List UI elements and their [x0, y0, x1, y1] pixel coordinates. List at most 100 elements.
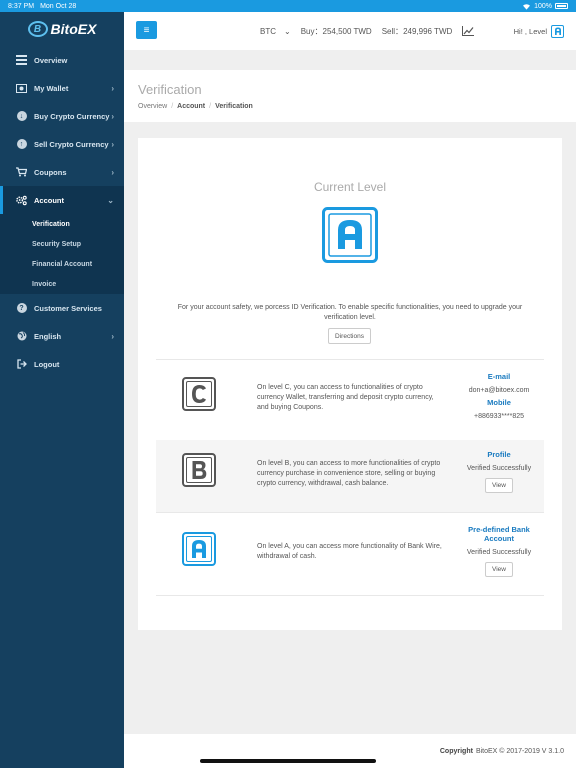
sidebar-item-label: Customer Services [34, 303, 102, 313]
globe-icon [16, 331, 27, 342]
sidebar-item-buy-crypto[interactable]: ↓ Buy Crypto Currency › [0, 102, 124, 130]
submenu-item-verification[interactable]: Verification [0, 214, 124, 234]
level-b-row: On level B, you can access to more funct… [156, 440, 544, 512]
sidebar-item-sell-crypto[interactable]: ↑ Sell Crypto Currency › [0, 130, 124, 158]
sidebar-item-label: Overview [34, 55, 68, 65]
chevron-right-icon: › [111, 167, 114, 177]
sidebar-item-customer-services[interactable]: ? Customer Services [0, 294, 124, 322]
level-b-icon [182, 453, 216, 492]
buy-label: Buy： [300, 26, 323, 36]
brand-logo[interactable]: B BitoEX [0, 12, 124, 46]
sell-label: Sell： [381, 26, 404, 36]
sidebar-item-label: Sell Crypto Currency [34, 139, 109, 149]
copyright-text: BitoEX © 2017-2019 V 3.1.0 [475, 747, 564, 755]
sidebar-item-label: Buy Crypto Currency [34, 111, 110, 121]
overview-icon [16, 55, 27, 66]
status-bar: 8:37 PM Mon Oct 28 100% [0, 0, 576, 12]
sidebar-item-overview[interactable]: Overview [0, 46, 124, 74]
level-b-requirements: Profile Verified Successfully View [454, 450, 544, 493]
buy-price: Buy：254,500 TWD [301, 26, 372, 37]
current-level-a-icon [322, 207, 378, 268]
sidebar-item-label: English [34, 331, 62, 341]
price-ticker: BTC ⌄ Buy：254,500 TWD Sell：249,996 TWD [260, 12, 475, 50]
chevron-down-icon: ⌄ [107, 195, 114, 205]
sell-value: 249,996 TWD [403, 26, 453, 36]
brand-name: BitoEX [50, 21, 97, 37]
breadcrumb: Overview / Account / Verification [138, 103, 562, 110]
sidebar: B BitoEX Overview My Wallet › ↓ Buy Cryp… [0, 12, 124, 768]
sidebar-item-label: Coupons [34, 167, 67, 177]
level-c-description: On level C, you can access to functional… [257, 384, 434, 411]
submenu-item-security-setup[interactable]: Security Setup [0, 234, 124, 254]
sidebar-item-label: Account [34, 195, 64, 205]
breadcrumb-account[interactable]: Account [177, 103, 205, 110]
chevron-right-icon: › [111, 139, 114, 149]
hamburger-icon: ≡ [143, 24, 150, 36]
top-bar: ≡ BTC ⌄ Buy：254,500 TWD Sell：249,996 TWD… [124, 12, 576, 50]
divider [156, 595, 544, 596]
directions-button[interactable]: Directions [328, 328, 371, 344]
status-date: Mon Oct 28 [40, 2, 77, 10]
copyright-label: Copyright [439, 747, 473, 755]
email-heading: E-mail [487, 372, 511, 381]
verification-card: Current Level For your account safety, w… [138, 138, 562, 630]
bank-account-heading: Pre-defined Bank Account [468, 525, 530, 543]
level-a-requirements: Pre-defined Bank Account Verified Succes… [454, 525, 544, 577]
breadcrumb-overview[interactable]: Overview [138, 103, 167, 110]
email-value: don+a@bitoex.com [468, 387, 530, 394]
sidebar-item-my-wallet[interactable]: My Wallet › [0, 74, 124, 102]
view-bank-account-button[interactable]: View [485, 562, 513, 577]
chevron-down-icon: ⌄ [284, 26, 291, 36]
profile-status: Verified Successfully [466, 465, 532, 472]
help-icon: ? [16, 303, 27, 314]
sidebar-item-account[interactable]: Account ⌄ [0, 186, 124, 214]
chevron-right-icon: › [111, 83, 114, 93]
home-indicator[interactable] [200, 759, 376, 763]
chevron-right-icon: › [111, 331, 114, 341]
sell-price: Sell：249,996 TWD [382, 26, 453, 37]
level-c-row: On level C, you can access to functional… [156, 360, 544, 440]
buy-icon: ↓ [16, 111, 27, 122]
price-chart-icon[interactable] [462, 26, 475, 36]
page-title: Verification [138, 82, 202, 97]
submenu-item-invoice[interactable]: Invoice [0, 274, 124, 294]
mobile-heading: Mobile [487, 398, 511, 407]
battery-icon [555, 3, 568, 9]
level-a-row: On level A, you can access more function… [156, 513, 544, 595]
sell-icon: ↑ [16, 139, 27, 150]
cart-icon [16, 167, 27, 178]
breadcrumb-separator: / [209, 103, 212, 110]
level-a-icon [182, 532, 216, 571]
coin-label: BTC [260, 26, 276, 36]
sidebar-item-logout[interactable]: Logout [0, 350, 124, 378]
buy-value: 254,500 TWD [322, 26, 372, 36]
hamburger-menu-button[interactable]: ≡ [136, 21, 157, 39]
sidebar-item-english[interactable]: English › [0, 322, 124, 350]
sidebar-item-coupons[interactable]: Coupons › [0, 158, 124, 186]
status-time: 8:37 PM [8, 2, 35, 10]
wallet-icon [16, 83, 27, 94]
greeting-text: Hi! , Level [513, 26, 547, 36]
level-b-description: On level B, you can access to more funct… [257, 460, 441, 487]
level-a-badge-icon [551, 24, 564, 38]
sidebar-item-label: My Wallet [34, 83, 69, 93]
level-a-description: On level A, you can access more function… [257, 543, 442, 560]
chevron-right-icon: › [111, 111, 114, 121]
level-c-icon [182, 377, 216, 416]
bitoex-logo-icon: B [27, 21, 48, 37]
breadcrumb-verification: Verification [215, 103, 253, 110]
page-header: Verification Overview / Account / Verifi… [124, 70, 576, 122]
current-level-label: Current Level [313, 180, 387, 194]
verification-notice: For your account safety, we porcess ID V… [177, 304, 523, 321]
sidebar-item-label: Logout [34, 359, 60, 369]
coin-selector[interactable]: BTC ⌄ [260, 27, 291, 36]
account-submenu: Verification Security Setup Financial Ac… [0, 214, 124, 294]
user-greeting[interactable]: Hi! , Level [514, 12, 564, 50]
wifi-icon [523, 3, 531, 10]
breadcrumb-separator: / [171, 103, 174, 110]
bank-account-status: Verified Successfully [466, 549, 532, 556]
view-profile-button[interactable]: View [485, 478, 513, 493]
submenu-item-financial-account[interactable]: Financial Account [0, 254, 124, 274]
profile-heading: Profile [487, 450, 511, 459]
level-c-requirements: E-mail don+a@bitoex.com Mobile +886933**… [454, 372, 544, 420]
